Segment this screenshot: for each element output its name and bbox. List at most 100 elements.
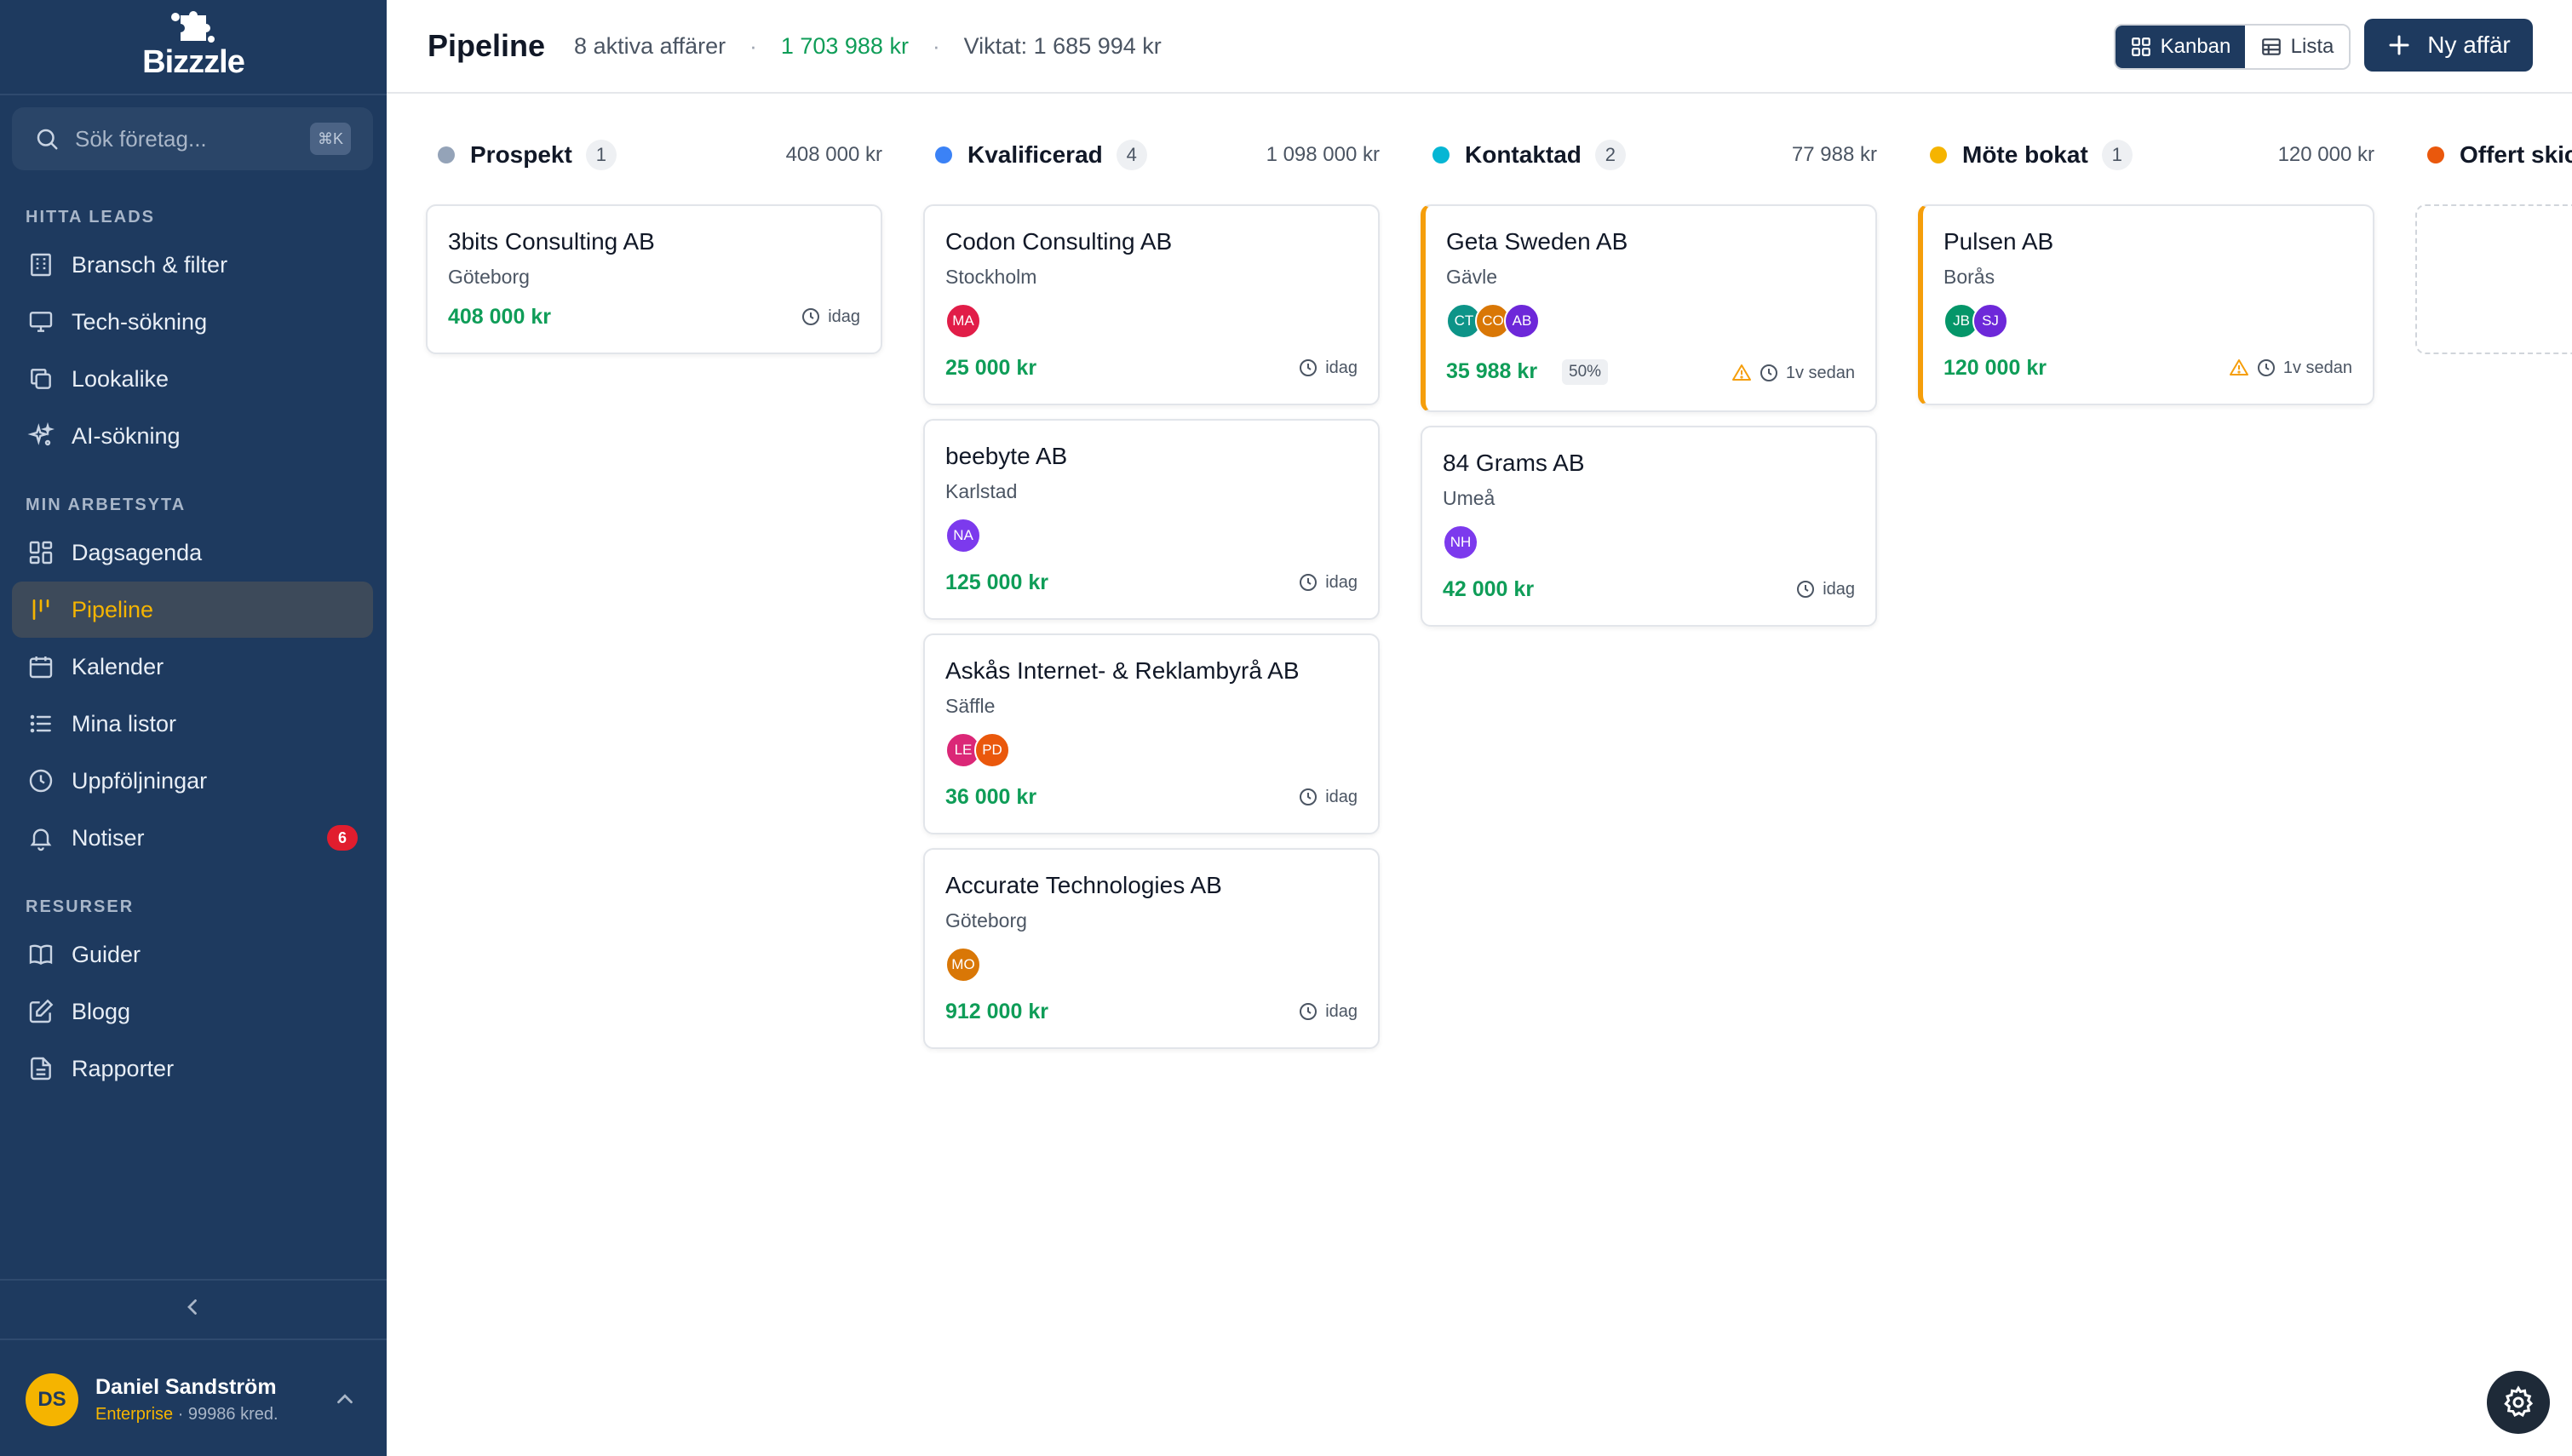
company-city: Gävle: [1446, 266, 1498, 288]
last-activity: idag: [1298, 572, 1358, 593]
company-name: Accurate Technologies AB: [945, 872, 1222, 898]
sidebar-item-mina-listor[interactable]: Mina listor: [12, 696, 373, 752]
company-name: Askås Internet- & Reklambyrå AB: [945, 657, 1300, 684]
last-activity: 1v sedan: [2229, 358, 2352, 378]
last-activity: idag: [1795, 579, 1855, 599]
deal-amount: 25 000 kr: [945, 356, 1037, 380]
column-header: Kontaktad 2 77 988 kr: [1432, 136, 1877, 174]
last-activity: idag: [1298, 358, 1358, 378]
sidebar-item-guider[interactable]: Guider: [12, 926, 373, 983]
sidebar-item-label: Pipeline: [72, 596, 154, 622]
time-label: idag: [1325, 358, 1358, 377]
sidebar-item-label: Uppföljningar: [72, 767, 208, 794]
clock-icon: [1300, 1003, 1318, 1020]
assignee-avatars: MO: [945, 947, 981, 983]
sidebar-item-kalender[interactable]: Kalender: [12, 639, 373, 695]
list-view-button[interactable]: Lista: [2245, 26, 2349, 68]
avatar: PD: [974, 732, 1010, 768]
monitor-icon: [29, 312, 53, 332]
clock-icon: [1300, 359, 1318, 376]
page-header: Pipeline 8 aktiva affärer · 1 703 988 kr…: [387, 0, 2572, 94]
column-title: Kvalificerad: [967, 141, 1103, 168]
company-name: Geta Sweden AB: [1446, 228, 1628, 255]
column-count: 1: [585, 140, 617, 170]
assignee-avatars: NA: [945, 518, 981, 553]
deal-card[interactable]: 3bits Consulting AB Göteborg 408 000 kr …: [426, 204, 882, 354]
deal-amount: 125 000 kr: [945, 570, 1048, 594]
deal-amount: 408 000 kr: [448, 305, 551, 329]
column-title: Offert skic: [2460, 141, 2572, 168]
probability-badge: 50%: [1562, 359, 1609, 385]
deal-card[interactable]: Accurate Technologies AB Göteborg MO 912…: [923, 848, 1380, 1049]
sidebar-item-notiser[interactable]: Notiser 6: [12, 810, 373, 866]
user-menu[interactable]: DS Daniel Sandström Enterprise · 99986 k…: [26, 1367, 366, 1432]
sidebar-item-lookalike[interactable]: Lookalike: [12, 351, 373, 407]
assignee-avatars: LE PD: [945, 732, 1010, 768]
company-search[interactable]: ⌘K: [12, 107, 373, 170]
section-label-min-arbetsyta: MIN ARBETSYTA: [26, 496, 187, 514]
sidebar-item-blogg[interactable]: Blogg: [12, 983, 373, 1040]
search-icon: [37, 129, 58, 150]
assignee-avatars: MA: [945, 303, 981, 339]
column-header: Möte bokat 1 120 000 kr: [1930, 136, 2374, 174]
search-input[interactable]: [75, 125, 296, 152]
new-deal-button[interactable]: Ny affär: [2364, 19, 2533, 72]
sidebar-item-uppfoljningar[interactable]: Uppföljningar: [12, 753, 373, 809]
deal-card[interactable]: Askås Internet- & Reklambyrå AB Säffle L…: [923, 633, 1380, 834]
copy-icon: [31, 369, 51, 389]
deal-amount: 120 000 kr: [1943, 356, 2047, 380]
deal-card[interactable]: beebyte AB Karlstad NA 125 000 kr idag: [923, 419, 1380, 620]
clock-icon: [1797, 581, 1815, 598]
deal-card[interactable]: 84 Grams AB Umeå NH 42 000 kr idag: [1421, 426, 1877, 627]
deal-card[interactable]: Geta Sweden AB Gävle CT CO AB 35 988 kr …: [1421, 204, 1877, 412]
sidebar-item-dagsagenda[interactable]: Dagsagenda: [12, 525, 373, 581]
divider: [0, 94, 387, 95]
sidebar-item-pipeline[interactable]: Pipeline: [12, 582, 373, 638]
deal-card[interactable]: Pulsen AB Borås JB SJ 120 000 kr 1v seda…: [1918, 204, 2374, 405]
assignee-avatars: CT CO AB: [1446, 303, 1540, 339]
list-icon: [30, 714, 51, 733]
file-icon: [31, 1057, 51, 1081]
company-city: Borås: [1943, 266, 1995, 288]
sidebar-item-bransch-filter[interactable]: Bransch & filter: [12, 237, 373, 293]
deal-card[interactable]: Codon Consulting AB Stockholm MA 25 000 …: [923, 204, 1380, 405]
user-credits: · 99986 kred.: [177, 1405, 278, 1424]
user-info: Daniel Sandström Enterprise · 99986 kred…: [95, 1375, 278, 1424]
lista-label: Lista: [2290, 35, 2334, 58]
pipeline-icon: [32, 599, 49, 620]
column-total: 408 000 kr: [785, 143, 882, 166]
dashboard-icon: [29, 541, 53, 565]
shortcut-hint: ⌘K: [310, 123, 351, 155]
sidebar-item-label: AI-sökning: [72, 422, 181, 449]
kanban-view-button[interactable]: Kanban: [2116, 26, 2245, 68]
sidebar: Bizzzle ⌘K HITTA LEADS Bransch & filter …: [0, 0, 387, 1456]
time-label: idag: [1823, 579, 1855, 599]
user-subline: Enterprise · 99986 kred.: [95, 1405, 278, 1424]
sidebar-item-label: Rapporter: [72, 1055, 175, 1081]
settings-button[interactable]: [2487, 1371, 2550, 1434]
bell-icon: [30, 828, 52, 851]
book-icon: [29, 944, 53, 966]
deal-amount: 36 000 kr: [945, 785, 1037, 809]
column-count: 1: [2101, 140, 2133, 170]
company-name: Pulsen AB: [1943, 228, 2054, 255]
logo[interactable]: Bizzzle: [128, 9, 259, 82]
sidebar-item-label: Lookalike: [72, 365, 169, 392]
sidebar-item-ai-sokning[interactable]: AI-sökning: [12, 408, 373, 464]
puzzle-logo-icon: [171, 11, 215, 43]
divider: [0, 1279, 387, 1281]
empty-drop-zone[interactable]: [2415, 204, 2572, 354]
plus-icon: [2389, 35, 2409, 55]
sidebar-item-rapporter[interactable]: Rapporter: [12, 1040, 373, 1097]
column-count: 2: [1594, 140, 1626, 170]
column-total: 77 988 kr: [1791, 143, 1877, 166]
time-label: idag: [828, 307, 860, 326]
column-title: Kontaktad: [1465, 141, 1582, 168]
sidebar-item-tech-sokning[interactable]: Tech-sökning: [12, 294, 373, 350]
chevron-left-icon[interactable]: [181, 1294, 206, 1320]
notification-badge: 6: [327, 825, 358, 851]
time-label: idag: [1325, 1001, 1358, 1021]
gear-icon: [2504, 1385, 2534, 1418]
section-label-resurser: RESURSER: [26, 897, 135, 916]
avatar: MO: [945, 947, 981, 983]
